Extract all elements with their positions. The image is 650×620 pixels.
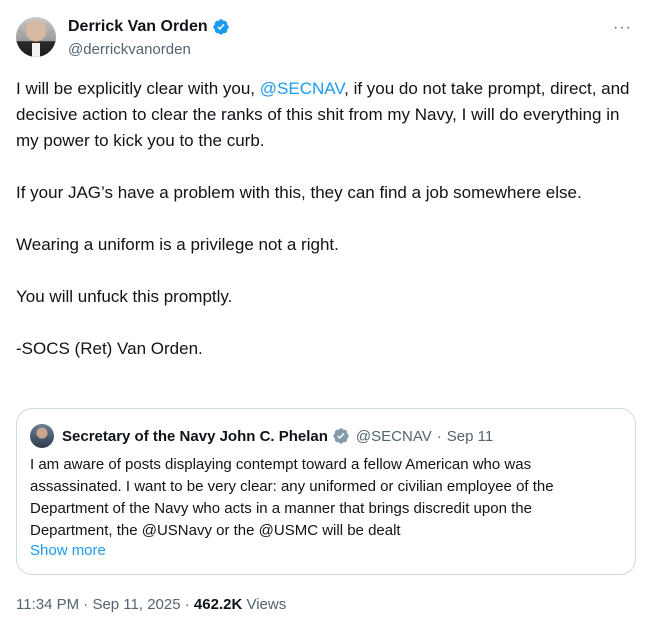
tweet-card: Derrick Van Orden @derrickvanorden ··· I… xyxy=(0,0,650,620)
quoted-tweet[interactable]: Secretary of the Navy John C. Phelan @SE… xyxy=(16,408,636,575)
tweet-paragraph-1: I will be explicitly clear with you, @SE… xyxy=(16,76,636,154)
quoted-text-line: Department, the @USNavy or the @USMC wil… xyxy=(30,522,401,539)
views-label: Views xyxy=(242,596,287,613)
author-name-line: Derrick Van Orden xyxy=(68,18,230,36)
quoted-author-display-name[interactable]: Secretary of the Navy John C. Phelan xyxy=(62,428,328,445)
tweet-paragraph-3: Wearing a uniform is a privilege not a r… xyxy=(16,235,339,254)
quoted-text-line: I am aware of posts displaying contempt … xyxy=(30,456,532,473)
tweet-paragraph-4: You will unfuck this promptly. xyxy=(16,287,233,306)
government-badge-icon[interactable] xyxy=(332,427,350,445)
more-options-icon[interactable]: ··· xyxy=(613,19,632,37)
tweet-paragraph-5: -SOCS (Ret) Van Orden. xyxy=(16,339,203,358)
separator-dot: · xyxy=(436,427,442,445)
author-avatar[interactable] xyxy=(16,17,56,57)
quoted-tweet-date[interactable]: Sep 11 xyxy=(447,428,493,445)
show-more-link[interactable]: Show more xyxy=(30,542,106,559)
verified-badge-icon[interactable] xyxy=(212,18,230,36)
separator-dot: · xyxy=(79,596,93,613)
quoted-text-line: Department of the Navy who acts in a man… xyxy=(30,500,532,517)
quoted-author-avatar[interactable] xyxy=(30,424,54,448)
tweet-time[interactable]: 11:34 PM xyxy=(16,596,79,613)
author-display-name[interactable]: Derrick Van Orden xyxy=(68,18,208,36)
mention-link-secnav[interactable]: @SECNAV xyxy=(260,79,344,98)
tweet-text: I will be explicitly clear with you, @SE… xyxy=(16,76,636,388)
quoted-tweet-text: I am aware of posts displaying contempt … xyxy=(30,454,626,542)
quoted-author-handle[interactable]: @SECNAV xyxy=(356,428,432,445)
tweet-paragraph-2: If your JAG’s have a problem with this, … xyxy=(16,183,582,202)
views-count[interactable]: 462.2K xyxy=(194,596,242,613)
author-handle[interactable]: @derrickvanorden xyxy=(68,41,191,58)
quoted-tweet-header: Secretary of the Navy John C. Phelan @SE… xyxy=(30,424,493,448)
quoted-text-line: assassinated. I want to be very clear: a… xyxy=(30,478,554,495)
tweet-metadata: 11:34 PM · Sep 11, 2025 · 462.2K Views xyxy=(16,596,286,613)
tweet-header: Derrick Van Orden @derrickvanorden ··· xyxy=(16,15,634,63)
tweet-text-segment: I will be explicitly clear with you, xyxy=(16,79,260,98)
tweet-date[interactable]: Sep 11, 2025 xyxy=(92,596,180,613)
separator-dot: · xyxy=(180,596,194,613)
